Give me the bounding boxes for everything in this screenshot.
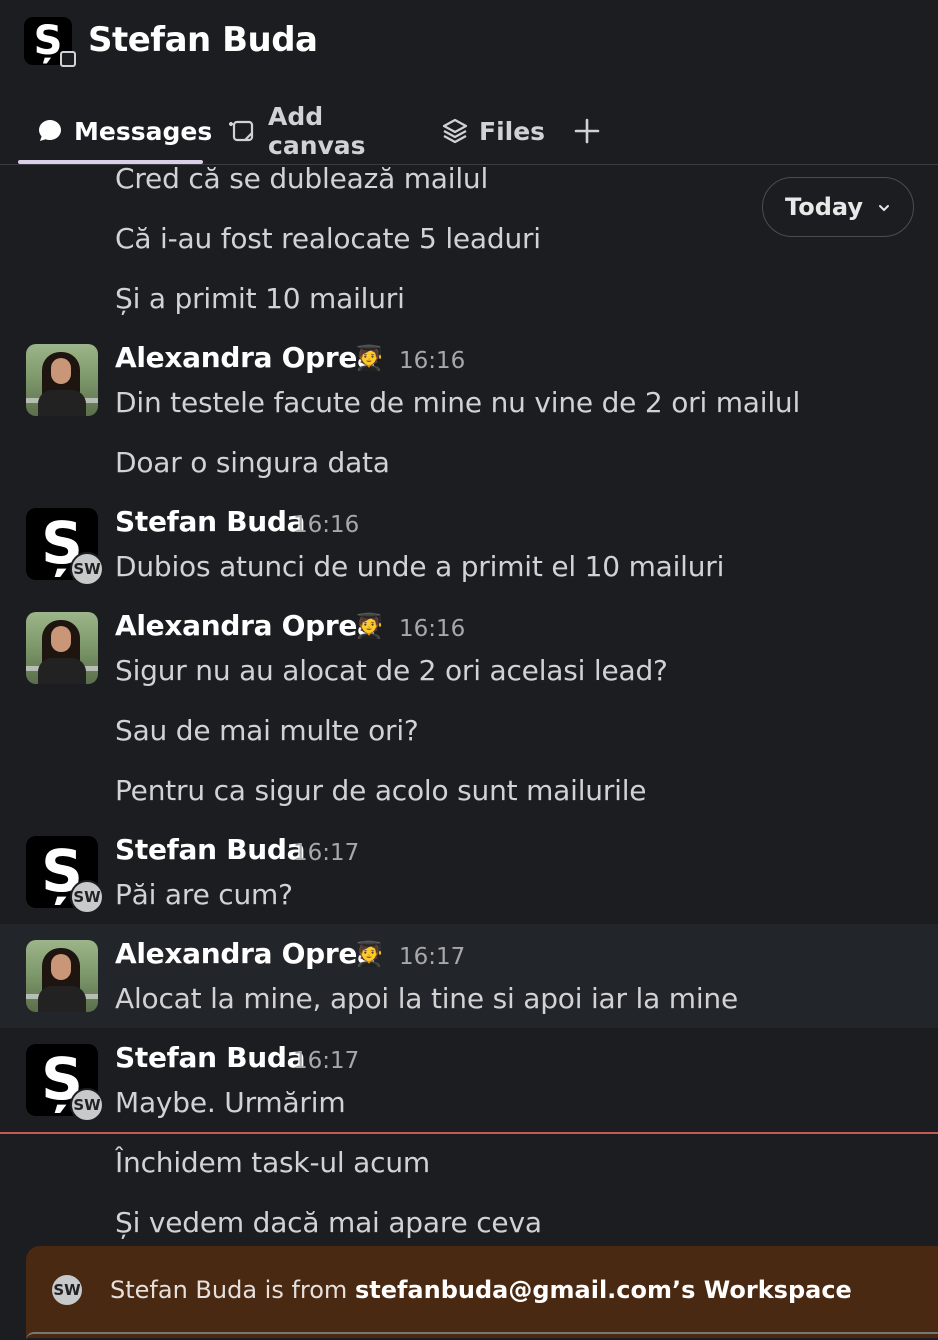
status-emoji-icon: 🧑‍🎓 <box>354 344 384 372</box>
message-text: Și a primit 10 mailuri <box>115 282 405 315</box>
message-timestamp[interactable]: 16:16 <box>399 616 465 642</box>
status-emoji-icon: 🧑‍🎓 <box>354 940 384 968</box>
message-timestamp[interactable]: 16:16 <box>293 512 359 538</box>
tab-add-button[interactable] <box>573 100 611 162</box>
channel-header: Ș Stefan Buda Messages Add canvas Files <box>0 0 938 165</box>
chevron-down-icon <box>877 193 891 221</box>
sender-name[interactable]: Alexandra Oprea <box>115 341 376 374</box>
message-text: Păi are cum? <box>115 878 293 911</box>
plus-icon <box>573 117 601 145</box>
message-text: Cred că se dublează mailul <box>115 162 489 195</box>
banner-text: Stefan Buda is from stefanbuda@gmail.com… <box>110 1276 852 1304</box>
message-text: Alocat la mine, apoi la tine si apoi iar… <box>115 982 738 1015</box>
layers-icon <box>441 117 469 145</box>
composer-edge <box>26 1332 938 1340</box>
workspace-logo[interactable]: Ș <box>24 17 76 67</box>
message-text: Că i-au fost realocate 5 leaduri <box>115 222 541 255</box>
channel-title[interactable]: Stefan Buda <box>88 20 318 60</box>
message-text: Și vedem dacă mai apare ceva <box>115 1206 542 1239</box>
status-emoji-icon: 🧑‍🎓 <box>354 612 384 640</box>
sender-name[interactable]: Alexandra Oprea <box>115 609 376 642</box>
workspace-badge: SW <box>70 880 104 914</box>
message-timestamp[interactable]: 16:17 <box>399 944 465 970</box>
message-timestamp[interactable]: 16:17 <box>293 840 359 866</box>
message-text: Doar o singura data <box>115 446 390 479</box>
message-timestamp[interactable]: 16:17 <box>293 1048 359 1074</box>
sender-name[interactable]: Stefan Buda <box>115 833 306 866</box>
message-text: Închidem task-ul acum <box>115 1146 430 1179</box>
avatar[interactable] <box>26 940 98 1012</box>
message-timestamp[interactable]: 16:16 <box>399 348 465 374</box>
message-text: Sau de mai multe ori? <box>115 714 419 747</box>
tab-messages[interactable]: Messages <box>36 100 212 162</box>
external-workspace-banner: SW Stefan Buda is from stefanbuda@gmail.… <box>26 1246 938 1338</box>
avatar[interactable] <box>26 344 98 416</box>
avatar[interactable] <box>26 612 98 684</box>
message-text: Maybe. Urmărim <box>115 1086 346 1119</box>
sender-name[interactable]: Alexandra Oprea <box>115 937 376 970</box>
status-indicator-icon <box>60 51 76 67</box>
message-text: Sigur nu au alocat de 2 ori acelasi lead… <box>115 654 668 687</box>
canvas-icon <box>228 116 258 146</box>
new-messages-divider <box>0 1132 938 1134</box>
message-text: Din testele facute de mine nu vine de 2 … <box>115 386 801 419</box>
date-jump-button[interactable]: Today <box>762 177 914 237</box>
message-text: Dubios atunci de unde a primit el 10 mai… <box>115 550 725 583</box>
workspace-badge: SW <box>70 552 104 586</box>
workspace-badge: SW <box>70 1088 104 1122</box>
message-text: Pentru ca sigur de acolo sunt mailurile <box>115 774 647 807</box>
tab-files[interactable]: Files <box>441 100 545 162</box>
tab-add-canvas[interactable]: Add canvas <box>228 100 366 162</box>
chat-bubble-icon <box>36 117 64 145</box>
sender-name[interactable]: Stefan Buda <box>115 1041 306 1074</box>
sender-name[interactable]: Stefan Buda <box>115 505 306 538</box>
workspace-badge: SW <box>50 1273 84 1307</box>
